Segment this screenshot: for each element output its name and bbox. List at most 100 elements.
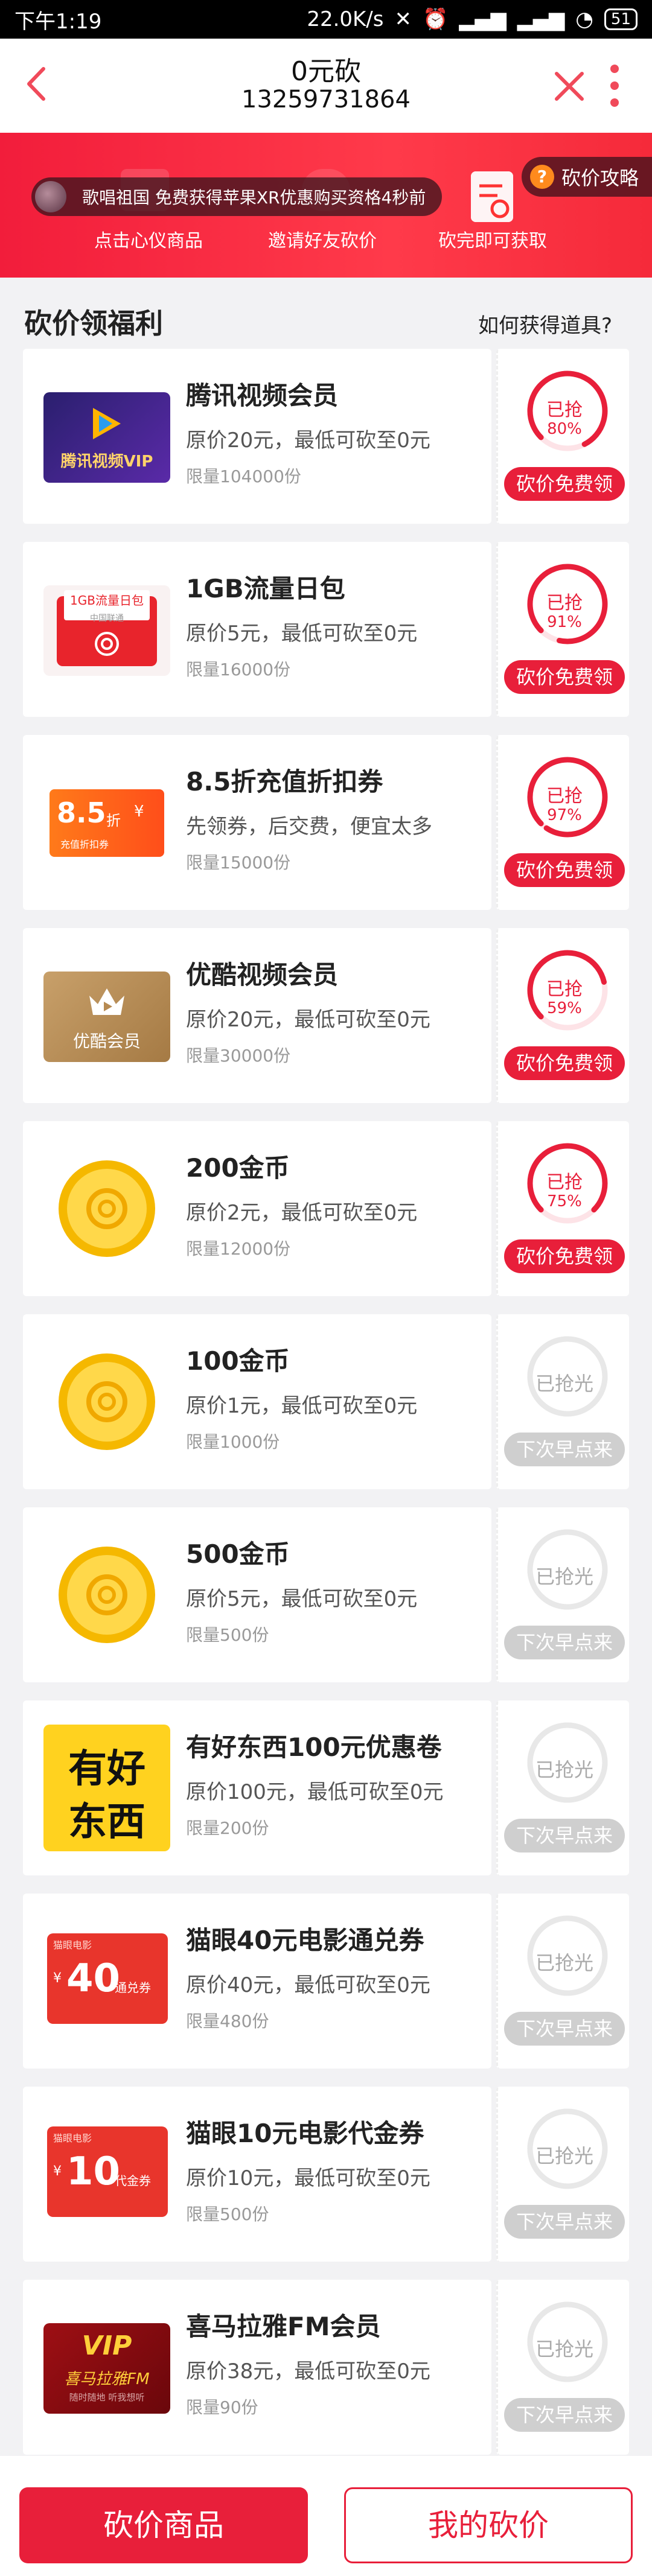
- my-bargains-button[interactable]: 我的砍价: [344, 2487, 633, 2563]
- status-label: 已抢光: [535, 1372, 593, 1395]
- bargain-button[interactable]: 砍价免费领: [504, 853, 625, 887]
- come-earlier-button[interactable]: 下次早点来: [504, 1819, 625, 1852]
- status-bar: 下午1:19 22.0K/s ✕ ⏰ ▂▄▆ ▂▄▆ ◔ 51: [0, 0, 652, 39]
- progress-percent: 59%: [547, 999, 582, 1017]
- product-desc: 先领券，后交费，便宜太多: [186, 815, 432, 839]
- come-earlier-button[interactable]: 下次早点来: [504, 1626, 625, 1659]
- list-item[interactable]: 1GB流量日包 中国联通 1GB流量日包 原价5元，最低可砍至0元 限量1600…: [23, 542, 629, 717]
- product-limit: 限量500份: [186, 1625, 269, 1645]
- come-earlier-button[interactable]: 下次早点来: [504, 1433, 625, 1466]
- bargain-button[interactable]: 砍价免费领: [504, 467, 625, 501]
- status-label: 已抢: [546, 593, 583, 614]
- step-2: 邀请好友砍价: [268, 231, 377, 252]
- status-label: 已抢光: [535, 1951, 593, 1974]
- maoyan-voucher-thumb: 猫眼电影 ¥ 40 通兑券: [47, 1933, 168, 2024]
- list-item[interactable]: 100金币 原价1元，最低可砍至0元 限量1000份 已抢光 下次早点来: [23, 1314, 629, 1489]
- status-label: 已抢光: [535, 1758, 593, 1781]
- product-desc: 原价20元，最低可砍至0元: [186, 1008, 430, 1032]
- come-earlier-button[interactable]: 下次早点来: [504, 2012, 625, 2046]
- product-info[interactable]: 200金币 原价2元，最低可砍至0元 限量12000份: [23, 1121, 491, 1296]
- step-3: 砍完即可获取: [438, 231, 547, 252]
- avatar: [35, 181, 66, 212]
- strategy-button[interactable]: ? 砍价攻略: [522, 157, 652, 197]
- product-limit: 限量30000份: [186, 1046, 291, 1066]
- coupon-value: 8.5: [57, 797, 106, 829]
- status-label: 已抢光: [535, 2338, 593, 2361]
- product-info[interactable]: 500金币 原价5元，最低可砍至0元 限量500份: [23, 1507, 491, 1682]
- status-icons: 22.0K/s ✕ ⏰ ▂▄▆ ▂▄▆ ◔ 51: [307, 7, 638, 31]
- thumb-label-2: 东西: [68, 1800, 145, 1845]
- youku-thumb: 优酷会员: [43, 972, 170, 1062]
- product-limit: 限量480份: [186, 2011, 269, 2031]
- data-pack-thumb: 1GB流量日包 中国联通: [43, 585, 170, 676]
- section-title: 砍价领福利: [24, 307, 163, 340]
- progress-panel: 已抢光 下次早点来: [496, 2280, 629, 2455]
- unicom-knot-icon: [95, 632, 119, 656]
- how-to-get-props-link[interactable]: 如何获得道具?: [478, 309, 612, 339]
- product-info[interactable]: VIP 喜马拉雅FM 随时随地 听我想听 喜马拉雅FM会员 原价38元，最低可砍…: [23, 2280, 491, 2455]
- list-item[interactable]: 腾讯视频VIP 腾讯视频会员 原价20元，最低可砍至0元 限量104000份 已…: [23, 349, 629, 524]
- thumb-sub: 代金券: [115, 2174, 151, 2188]
- product-desc: 原价100元，最低可砍至0元: [186, 1780, 444, 1804]
- list-item[interactable]: 优酷会员 优酷视频会员 原价20元，最低可砍至0元 限量30000份 已抢 59…: [23, 928, 629, 1103]
- product-desc: 原价5元，最低可砍至0元: [186, 622, 418, 646]
- list-item[interactable]: 有好 东西 有好东西100元优惠卷 原价100元，最低可砍至0元 限量200份 …: [23, 1700, 629, 1875]
- bargain-button[interactable]: 砍价免费领: [504, 1046, 625, 1080]
- thumb-head: 猫眼电影: [53, 2132, 92, 2144]
- progress-panel: 已抢光 下次早点来: [496, 1700, 629, 1875]
- nav-bar: 0元砍 13259731864: [0, 39, 652, 133]
- more-icon[interactable]: [602, 63, 627, 109]
- progress-panel: 已抢 91% 砍价免费领: [496, 542, 629, 717]
- thumb-label: VIP: [82, 2330, 132, 2361]
- marquee-text: 歌唱祖国 免费获得苹果XR优惠购买资格4秒前: [82, 188, 426, 208]
- gold-coin-icon: [59, 1547, 155, 1643]
- strategy-label: 砍价攻略: [561, 167, 639, 189]
- product-info[interactable]: 有好 东西 有好东西100元优惠卷 原价100元，最低可砍至0元 限量200份: [23, 1700, 491, 1875]
- product-info[interactable]: 腾讯视频VIP 腾讯视频会员 原价20元，最低可砍至0元 限量104000份: [23, 349, 491, 524]
- thumb-label: 腾讯视频VIP: [60, 453, 153, 471]
- haodongxi-thumb: 有好 东西: [43, 1725, 170, 1851]
- product-info[interactable]: 1GB流量日包 中国联通 1GB流量日包 原价5元，最低可砍至0元 限量1600…: [23, 542, 491, 717]
- product-info[interactable]: 优酷会员 优酷视频会员 原价20元，最低可砍至0元 限量30000份: [23, 928, 491, 1103]
- come-earlier-button[interactable]: 下次早点来: [504, 2205, 625, 2239]
- progress-panel: 已抢光 下次早点来: [496, 1314, 629, 1489]
- product-desc: 原价1元，最低可砍至0元: [186, 1394, 418, 1418]
- document-icon: [471, 171, 513, 222]
- product-info[interactable]: 8.5 折 ¥ 充值折扣券 8.5折充值折扣券 先领券，后交费，便宜太多 限量1…: [23, 735, 491, 910]
- close-icon[interactable]: [548, 65, 590, 107]
- bargain-button[interactable]: 砍价免费领: [504, 1239, 625, 1273]
- status-label: 已抢光: [535, 2145, 593, 2167]
- status-label: 已抢: [546, 1172, 583, 1193]
- progress-panel: 已抢光 下次早点来: [496, 1507, 629, 1682]
- gold-coin-icon: [59, 1353, 155, 1450]
- ximalaya-thumb: VIP 喜马拉雅FM 随时随地 听我想听: [43, 2323, 170, 2414]
- list-item[interactable]: 猫眼电影 ¥ 10 代金券 猫眼10元电影代金券 原价10元，最低可砍至0元 限…: [23, 2087, 629, 2262]
- progress-percent: 91%: [547, 613, 582, 631]
- product-info[interactable]: 猫眼电影 ¥ 40 通兑券 猫眼40元电影通兑券 原价40元，最低可砍至0元 限…: [23, 1894, 491, 2069]
- yen-icon: ¥: [53, 1971, 62, 1986]
- bargain-button[interactable]: 砍价免费领: [504, 660, 625, 694]
- come-earlier-button[interactable]: 下次早点来: [504, 2398, 625, 2432]
- list-item[interactable]: 猫眼电影 ¥ 40 通兑券 猫眼40元电影通兑券 原价40元，最低可砍至0元 限…: [23, 1894, 629, 2069]
- product-limit: 限量90份: [186, 2397, 258, 2417]
- list-item[interactable]: 200金币 原价2元，最低可砍至0元 限量12000份 已抢 75% 砍价免费领: [23, 1121, 629, 1296]
- product-desc: 原价38元，最低可砍至0元: [186, 2359, 430, 2384]
- product-desc: 原价40元，最低可砍至0元: [186, 1973, 430, 1997]
- product-info[interactable]: 猫眼电影 ¥ 10 代金券 猫眼10元电影代金券 原价10元，最低可砍至0元 限…: [23, 2087, 491, 2262]
- tencent-video-thumb: 腾讯视频VIP: [43, 392, 170, 483]
- product-desc: 原价2元，最低可砍至0元: [186, 1201, 418, 1225]
- product-limit: 限量104000份: [186, 466, 301, 486]
- maoyan-voucher-thumb: 猫眼电影 ¥ 10 代金券: [47, 2126, 168, 2217]
- list-item[interactable]: 8.5 折 ¥ 充值折扣券 8.5折充值折扣券 先领券，后交费，便宜太多 限量1…: [23, 735, 629, 910]
- alarm-icon: ⏰: [422, 7, 449, 31]
- progress-percent: 75%: [547, 1192, 582, 1210]
- bargain-products-button[interactable]: 砍价商品: [19, 2487, 308, 2563]
- progress-panel: 已抢 59% 砍价免费领: [496, 928, 629, 1103]
- list-item[interactable]: 500金币 原价5元，最低可砍至0元 限量500份 已抢光 下次早点来: [23, 1507, 629, 1682]
- list-item[interactable]: VIP 喜马拉雅FM 随时随地 听我想听 喜马拉雅FM会员 原价38元，最低可砍…: [23, 2280, 629, 2455]
- mute-icon: ✕: [394, 7, 412, 31]
- product-limit: 限量200份: [186, 1818, 269, 1838]
- progress-panel: 已抢光 下次早点来: [496, 1894, 629, 2069]
- product-info[interactable]: 100金币 原价1元，最低可砍至0元 限量1000份: [23, 1314, 491, 1489]
- battery-icon: 51: [604, 8, 638, 30]
